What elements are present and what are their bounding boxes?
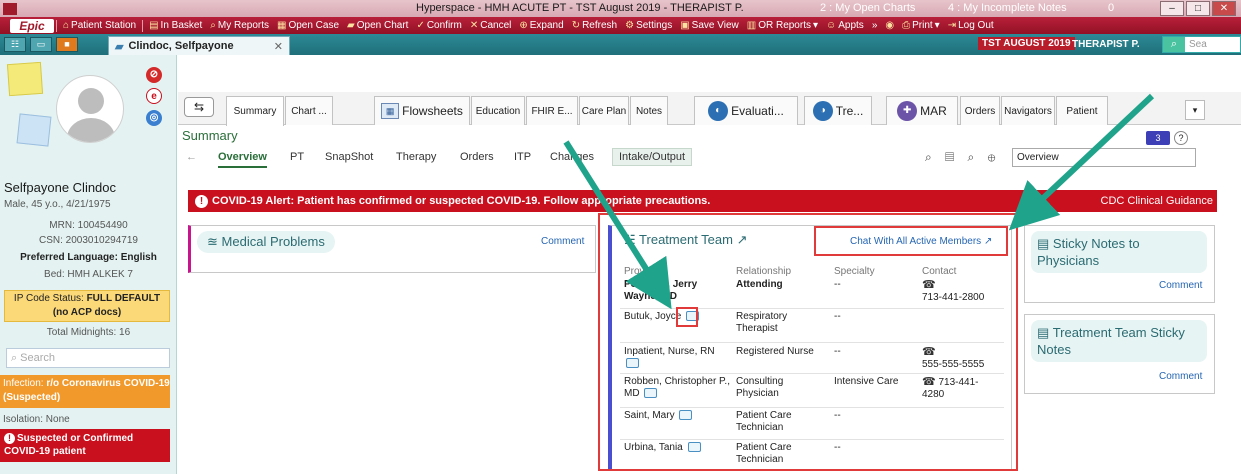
arrow-to-chat-link bbox=[1008, 93, 1155, 231]
annotation-arrows bbox=[563, 93, 1155, 310]
arrow-to-chat-icon bbox=[563, 140, 672, 310]
